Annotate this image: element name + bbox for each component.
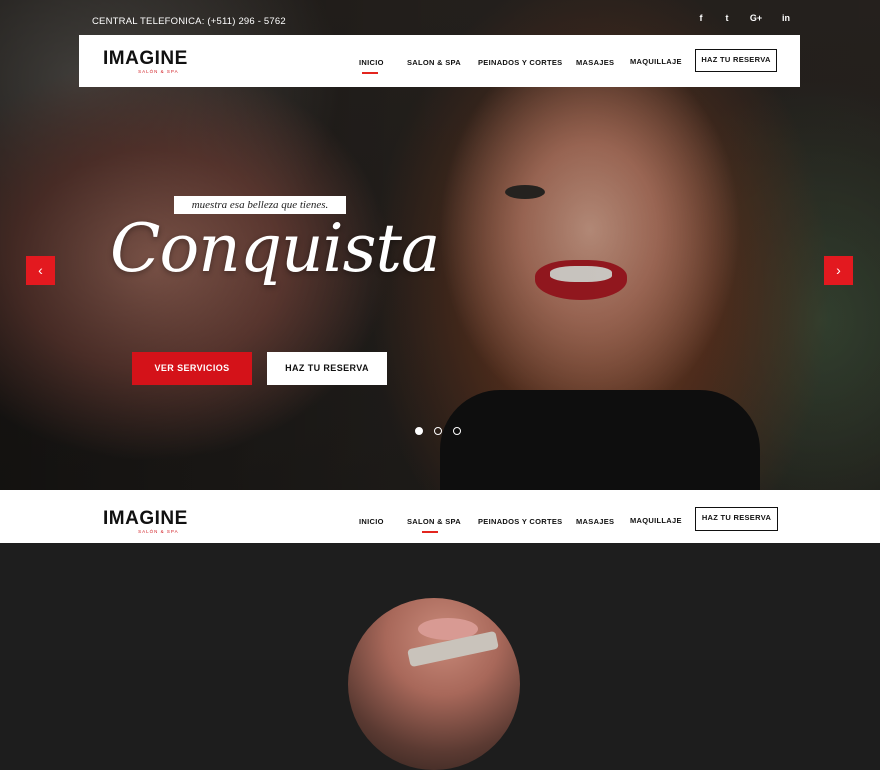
nav-peinados-cortes[interactable]: PEINADOS Y CORTES (478, 58, 562, 67)
hero-reserve-button[interactable]: HAZ TU RESERVA (267, 352, 387, 385)
nav-maquillaje[interactable]: MAQUILLAJE (630, 516, 682, 525)
view-services-button[interactable]: VER SERVICIOS (132, 352, 252, 385)
reserve-button[interactable]: HAZ TU RESERVA (695, 507, 778, 531)
nav-masajes[interactable]: MASAJES (576, 58, 614, 67)
reserve-button[interactable]: HAZ TU RESERVA (695, 49, 777, 72)
hero-title: Conquista (110, 210, 440, 287)
service-image (348, 598, 520, 770)
chevron-left-icon[interactable]: ‹ (26, 256, 55, 285)
nav-masajes[interactable]: MASAJES (576, 517, 614, 526)
linkedin-icon[interactable]: in (777, 10, 795, 26)
nav-active-indicator (362, 72, 378, 74)
chevron-right-icon[interactable]: › (824, 256, 853, 285)
logo-subtitle: SALÓN & SPA (138, 69, 179, 74)
nav-peinados-cortes[interactable]: PEINADOS Y CORTES (478, 517, 562, 526)
contact-phone: CENTRAL TELEFONICA: (+511) 296 - 5762 (92, 16, 286, 27)
site-logo-sticky[interactable]: IMAGINE SALÓN & SPA (103, 508, 188, 535)
nav-salon-spa[interactable]: SALON & SPA (407, 58, 461, 67)
nav-active-indicator (422, 531, 438, 533)
logo-subtitle: SALÓN & SPA (138, 529, 179, 534)
nav-inicio[interactable]: INICIO (359, 58, 384, 67)
slider-dot-1[interactable] (415, 427, 423, 435)
twitter-icon[interactable]: t (718, 10, 736, 26)
hero-slider: CENTRAL TELEFONICA: (+511) 296 - 5762 f … (0, 0, 880, 490)
logo-text: IMAGINE (103, 508, 188, 529)
nav-maquillaje[interactable]: MAQUILLAJE (630, 57, 682, 66)
logo-text: IMAGINE (103, 48, 188, 69)
site-logo[interactable]: IMAGINE SALÓN & SPA (103, 48, 188, 75)
slider-dot-2[interactable] (434, 427, 442, 435)
slider-dot-3[interactable] (453, 427, 461, 435)
google-plus-icon[interactable]: G+ (747, 10, 765, 26)
sticky-navbar: IMAGINE SALÓN & SPA INICIO SALON & SPA P… (0, 490, 880, 543)
main-navbar: IMAGINE SALÓN & SPA INICIO SALON & SPA P… (79, 35, 800, 87)
nav-salon-spa[interactable]: SALON & SPA (407, 517, 461, 526)
nav-inicio[interactable]: INICIO (359, 517, 384, 526)
facebook-icon[interactable]: f (692, 10, 710, 26)
